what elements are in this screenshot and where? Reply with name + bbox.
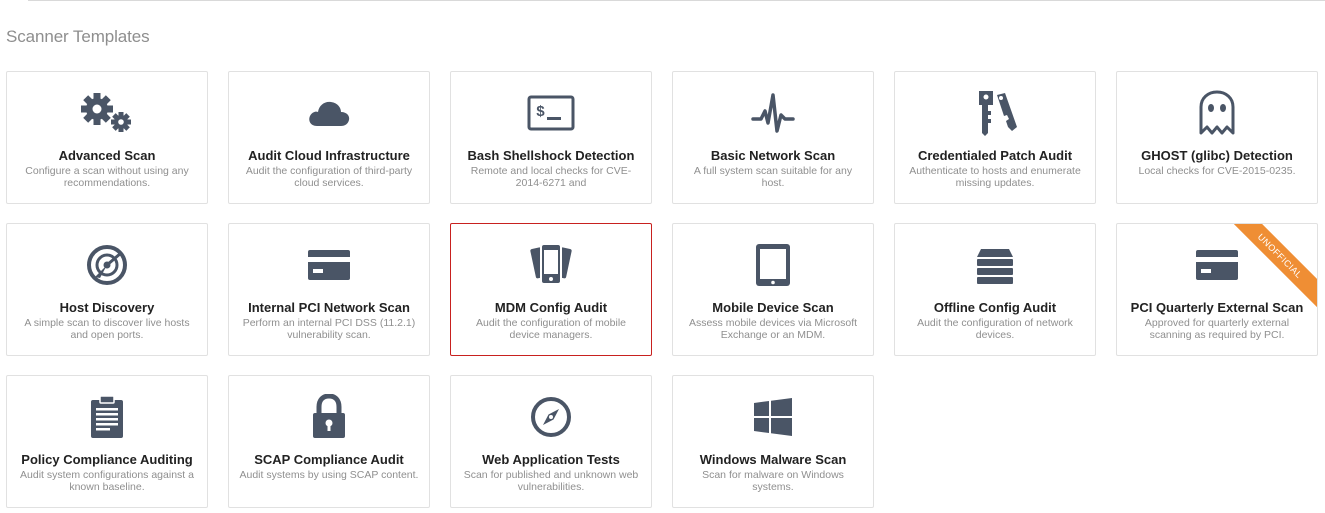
template-description: Audit the configuration of mobile device… [475,317,626,341]
unofficial-ribbon-wrap: UNOFFICIAL [1227,224,1317,314]
template-description: Audit the configuration of network devic… [917,317,1073,341]
template-description: A full system scan suitable for any host… [693,165,853,189]
template-card-audit-cloud-infrastructure[interactable]: Audit Cloud Infrastructure Audit the conf… [228,71,430,204]
template-title: Advanced Scan [58,148,156,163]
windows-icon [673,392,873,442]
template-card-offline-config-audit[interactable]: Offline Config Audit Audit the configurat… [894,223,1096,356]
template-card-host-discovery[interactable]: Host Discovery A simple scan to discover … [6,223,208,356]
template-title: Offline Config Audit [933,300,1057,315]
keys-icon [895,88,1095,138]
radar-icon [7,240,207,290]
template-description: Approved for quarterly external scanning… [1144,317,1290,341]
template-description: Local checks for CVE-2015-0235. [1138,165,1296,177]
template-title: MDM Config Audit [494,300,608,315]
template-card-windows-malware-scan[interactable]: Windows Malware Scan Scan for malware on … [672,375,874,508]
template-description: Assess mobile devices via Microsoft Exch… [688,317,858,341]
template-title: Windows Malware Scan [699,452,847,467]
template-title: Bash Shellshock Detection [467,148,635,163]
padlock-icon [229,392,429,442]
clipboard-icon [7,392,207,442]
gears-icon [7,88,207,138]
template-grid: Advanced Scan Configure a scan without us… [6,71,1325,511]
template-card-credentialed-patch-audit[interactable]: Credentialed Patch Audit Authenticate to … [894,71,1096,204]
template-card-scap-compliance-audit[interactable]: SCAP Compliance Audit Audit systems by us… [228,375,430,508]
unofficial-ribbon: UNOFFICIAL [1227,224,1317,314]
top-divider [28,0,1325,1]
terminal-icon: $ [451,88,651,138]
template-title: GHOST (glibc) Detection [1141,148,1293,163]
template-title: Audit Cloud Infrastructure [248,148,410,163]
server-stack-icon [895,240,1095,290]
template-card-basic-network-scan[interactable]: Basic Network Scan A full system scan sui… [672,71,874,204]
template-card-mdm-config-audit[interactable]: MDM Config Audit Audit the configuration … [450,223,652,356]
mobile-devices-icon [451,240,651,290]
template-description: Scan for published and unknown web vulne… [463,469,639,493]
cloud-icon [229,88,429,138]
template-description: Audit the configuration of third-party c… [245,165,413,189]
template-title: SCAP Compliance Audit [254,452,404,467]
template-description: Perform an internal PCI DSS (11.2.1) vul… [242,317,416,341]
template-title: Host Discovery [59,300,155,315]
tablet-icon [673,240,873,290]
template-title: Mobile Device Scan [712,300,834,315]
template-title: Policy Compliance Auditing [21,452,193,467]
template-title: Web Application Tests [482,452,620,467]
template-title: Credentialed Patch Audit [917,148,1073,163]
template-card-ghost-glibc-detection[interactable]: GHOST (glibc) Detection Local checks for … [1116,71,1318,204]
page-title: Scanner Templates [6,27,150,46]
template-description: Audit system configurations against a kn… [20,469,194,493]
svg-text:$: $ [536,104,545,121]
template-card-internal-pci-network-scan[interactable]: Internal PCI Network Scan Perform an inte… [228,223,430,356]
pulse-icon [673,88,873,138]
compass-icon [451,392,651,442]
template-card-bash-shellshock-detection[interactable]: $ Bash Shellshock Detection Remote and loc… [450,71,652,204]
template-card-mobile-device-scan[interactable]: Mobile Device Scan Assess mobile devices … [672,223,874,356]
template-description: Audit systems by using SCAP content. [239,469,419,481]
template-description: Authenticate to hosts and enumerate miss… [909,165,1081,189]
template-title: Internal PCI Network Scan [248,300,410,315]
template-description: Configure a scan without using any recom… [25,165,189,189]
template-title: Basic Network Scan [710,148,836,163]
template-description: Scan for malware on Windows systems. [702,469,844,493]
template-description: A simple scan to discover live hosts and… [24,317,190,341]
credit-card-icon [229,240,429,290]
ghost-icon [1117,88,1317,138]
template-card-advanced-scan[interactable]: Advanced Scan Configure a scan without us… [6,71,208,204]
template-card-pci-quarterly-external-scan[interactable]: PCI Quarterly External Scan Approved for … [1116,223,1318,356]
template-card-policy-compliance-auditing[interactable]: Policy Compliance Auditing Audit system c… [6,375,208,508]
template-card-web-application-tests[interactable]: Web Application Tests Scan for published … [450,375,652,508]
template-description: Remote and local checks for CVE-2014-627… [470,165,632,189]
